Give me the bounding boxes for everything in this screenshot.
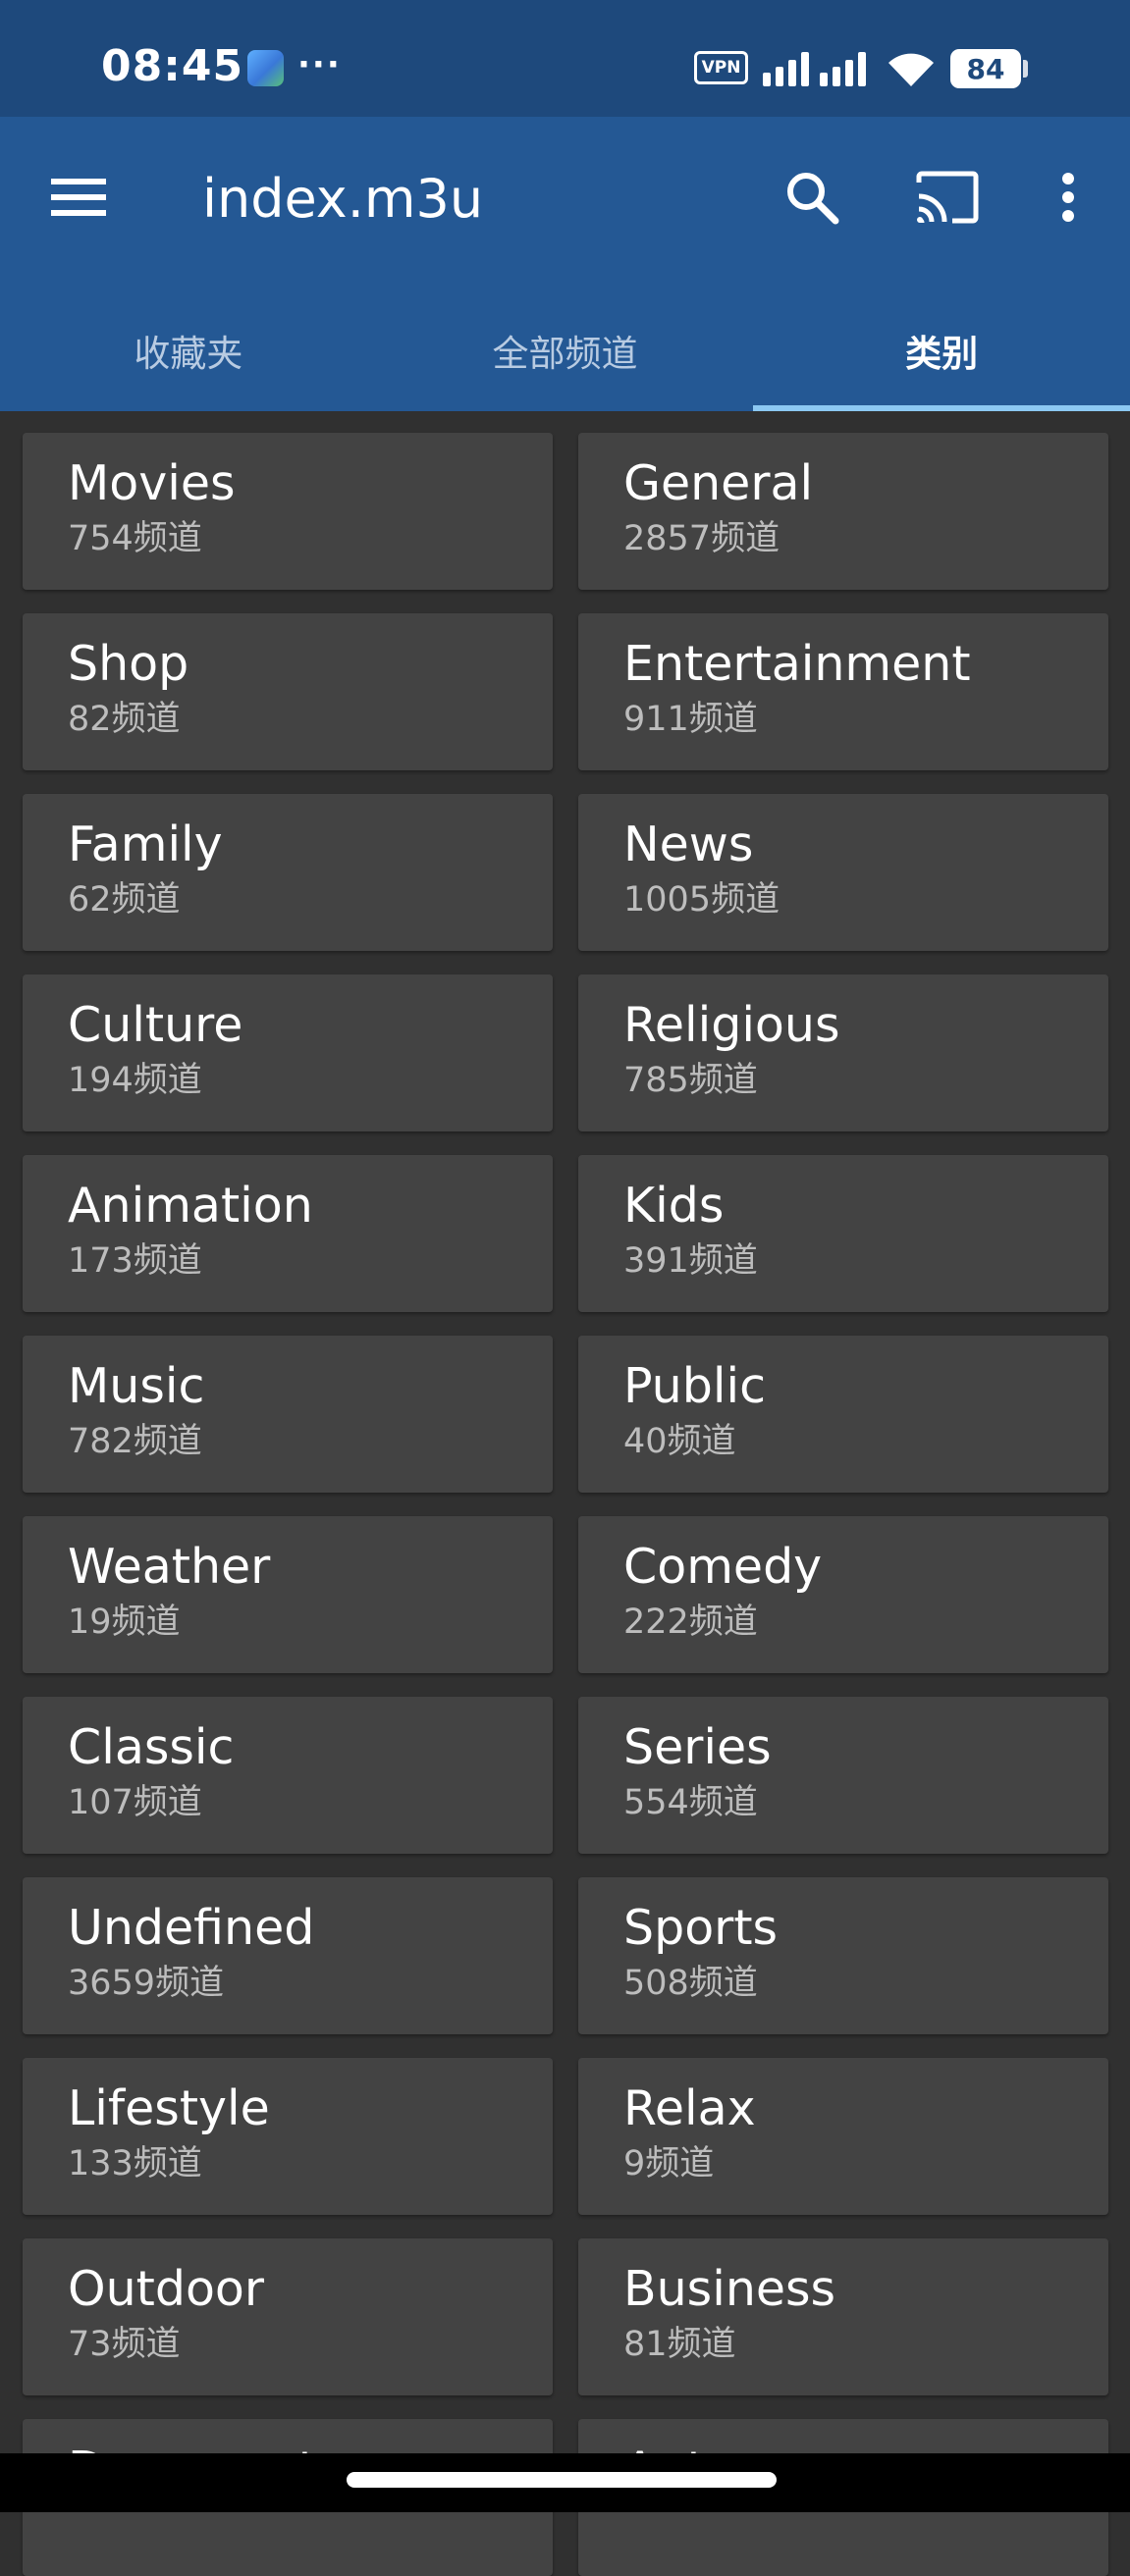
category-card[interactable]: Classic 107频道 <box>23 1697 553 1854</box>
category-card[interactable]: Family 62频道 <box>23 794 553 951</box>
battery-tip <box>1023 60 1028 78</box>
category-name: Sports <box>623 1900 779 1956</box>
menu-icon <box>51 179 106 216</box>
more-vert-icon <box>1062 173 1074 222</box>
category-card[interactable]: Religious 785频道 <box>578 974 1108 1131</box>
category-name: Comedy <box>623 1539 823 1595</box>
category-count: 911频道 <box>623 700 758 739</box>
status-bar: 08:45 ··· VPN 84 <box>0 0 1130 117</box>
category-name: Relax <box>623 2080 756 2136</box>
category-card[interactable]: Comedy 222频道 <box>578 1516 1108 1673</box>
category-card[interactable]: Public 40频道 <box>578 1336 1108 1493</box>
category-count: 194频道 <box>68 1061 202 1100</box>
menu-button[interactable] <box>43 162 114 233</box>
tab-bar: 收藏夹 全部频道 类别 <box>0 297 1130 411</box>
category-count: 173频道 <box>68 1241 202 1281</box>
category-count: 133频道 <box>68 2144 202 2183</box>
category-count: 785频道 <box>623 1061 758 1100</box>
category-card[interactable]: Undefined 3659频道 <box>23 1877 553 2034</box>
status-time: 08:45 <box>101 41 244 91</box>
category-count: 391频道 <box>623 1241 758 1281</box>
category-name: Music <box>68 1358 205 1414</box>
category-count: 554频道 <box>623 1783 758 1822</box>
category-card[interactable]: Sports 508频道 <box>578 1877 1108 2034</box>
more-notifications-icon: ··· <box>297 45 342 84</box>
category-name: News <box>623 816 754 872</box>
category-name: Family <box>68 816 223 872</box>
category-name: Entertainment <box>623 636 971 692</box>
app-bar: index.m3u 收藏夹 全部频道 类别 <box>0 117 1130 411</box>
category-name: Kids <box>623 1178 725 1234</box>
signal-icon <box>763 52 866 86</box>
category-card[interactable]: Music 782频道 <box>23 1336 553 1493</box>
category-count: 9频道 <box>623 2144 715 2183</box>
category-name: Public <box>623 1358 767 1414</box>
category-card[interactable]: Entertainment 911频道 <box>578 613 1108 770</box>
category-count: 222频道 <box>623 1603 758 1642</box>
category-count: 754频道 <box>68 519 202 558</box>
home-gesture-handle[interactable] <box>347 2472 777 2488</box>
category-count: 81频道 <box>623 2325 736 2364</box>
category-count: 782频道 <box>68 1422 202 1461</box>
category-card[interactable]: Movies 754频道 <box>23 433 553 590</box>
tab-all-channels[interactable]: 全部频道 <box>377 297 754 411</box>
cast-button[interactable] <box>912 162 983 233</box>
category-name: Culture <box>68 997 243 1053</box>
more-options-button[interactable] <box>1033 162 1103 233</box>
category-count: 82频道 <box>68 700 181 739</box>
category-name: Shop <box>68 636 189 692</box>
category-name: Weather <box>68 1539 271 1595</box>
category-name: Undefined <box>68 1900 315 1956</box>
category-count: 73频道 <box>68 2325 181 2364</box>
battery-icon: 84 <box>950 49 1021 88</box>
tab-favorites[interactable]: 收藏夹 <box>0 297 377 411</box>
category-card[interactable]: Kids 391频道 <box>578 1155 1108 1312</box>
category-name: Business <box>623 2261 836 2317</box>
vpn-icon: VPN <box>694 51 748 84</box>
category-card[interactable]: Animation 173频道 <box>23 1155 553 1312</box>
search-icon <box>787 173 839 225</box>
category-count: 3659频道 <box>68 1964 225 2003</box>
category-card[interactable]: Series 554频道 <box>578 1697 1108 1854</box>
category-name: Classic <box>68 1719 235 1775</box>
tab-categories[interactable]: 类别 <box>753 297 1130 411</box>
wifi-icon <box>888 53 934 86</box>
category-card[interactable]: Business 81频道 <box>578 2238 1108 2395</box>
category-name: Religious <box>623 997 840 1053</box>
category-name: General <box>623 455 814 511</box>
category-count: 1005频道 <box>623 880 780 920</box>
search-button[interactable] <box>777 162 847 233</box>
category-name: Outdoor <box>68 2261 265 2317</box>
category-count: 508频道 <box>623 1964 758 2003</box>
category-count: 19频道 <box>68 1603 181 1642</box>
category-card[interactable]: Culture 194频道 <box>23 974 553 1131</box>
category-count: 62频道 <box>68 880 181 920</box>
category-card[interactable]: Outdoor 73频道 <box>23 2238 553 2395</box>
page-title: index.m3u <box>202 168 484 230</box>
category-name: Series <box>623 1719 772 1775</box>
category-card[interactable]: Lifestyle 133频道 <box>23 2058 553 2215</box>
category-name: Lifestyle <box>68 2080 270 2136</box>
category-count: 2857频道 <box>623 519 780 558</box>
category-name: Animation <box>68 1178 313 1234</box>
category-card[interactable]: Weather 19频道 <box>23 1516 553 1673</box>
category-count: 40频道 <box>623 1422 736 1461</box>
category-card[interactable]: Relax 9频道 <box>578 2058 1108 2215</box>
category-card[interactable]: Shop 82频道 <box>23 613 553 770</box>
category-count: 107频道 <box>68 1783 202 1822</box>
cast-icon <box>916 171 979 224</box>
category-grid: Movies 754频道 General 2857频道 Shop 82频道 Entertai… <box>23 433 1108 2576</box>
category-name: Movies <box>68 455 236 511</box>
gallery-app-icon <box>247 50 284 86</box>
category-card[interactable]: News 1005频道 <box>578 794 1108 951</box>
category-card[interactable]: General 2857频道 <box>578 433 1108 590</box>
